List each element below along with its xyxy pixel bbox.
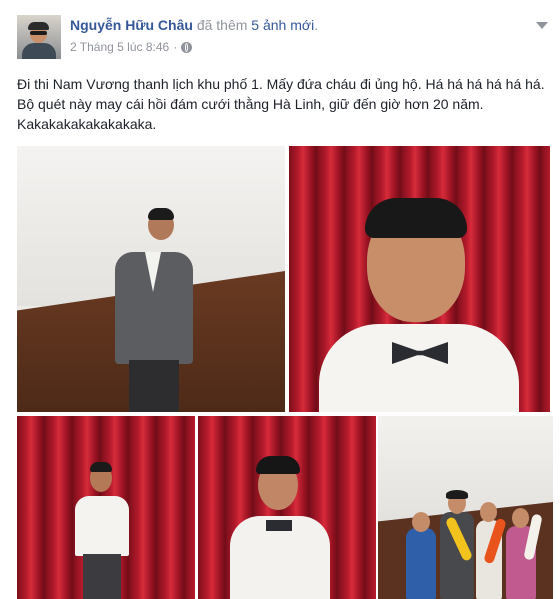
photo-5[interactable] <box>378 416 553 599</box>
photo-4[interactable] <box>198 416 376 599</box>
post-meta: 2 Tháng 5 lúc 8:46 · <box>70 40 193 54</box>
photo-5-hair <box>446 490 468 499</box>
avatar[interactable] <box>17 15 61 59</box>
post-header: Nguyễn Hữu Châu đã thêm 5 ảnh mới. <box>70 17 318 33</box>
photo-5-head-4 <box>512 508 529 528</box>
photo-3-pants <box>83 554 121 599</box>
avatar-cap <box>28 22 49 30</box>
action-text: đã thêm <box>196 17 248 33</box>
timestamp-link[interactable]: 2 Tháng 5 lúc 8:46 <box>70 40 169 54</box>
photo-5-head-1 <box>412 512 430 532</box>
avatar-body <box>22 43 56 59</box>
photo-5-head-3 <box>480 502 497 522</box>
chevron-down-icon[interactable] <box>536 22 548 29</box>
photo-2-hair <box>365 198 467 238</box>
added-photos-link[interactable]: 5 ảnh mới <box>251 17 314 33</box>
meta-separator: · <box>173 40 178 54</box>
photo-3-hair <box>90 462 112 472</box>
avatar-glasses <box>30 31 47 35</box>
period: . <box>314 17 319 33</box>
author-name[interactable]: Nguyễn Hữu Châu <box>70 17 193 33</box>
photo-2-shirt <box>319 324 519 412</box>
photo-1-hair <box>148 208 174 220</box>
photo-1[interactable] <box>17 146 285 412</box>
photo-4-hair <box>256 456 300 474</box>
post-text: Đi thi Nam Vương thanh lịch khu phố 1. M… <box>17 76 545 132</box>
photo-2[interactable] <box>289 146 550 412</box>
photo-5-child-1 <box>406 528 436 599</box>
globe-icon[interactable] <box>181 41 193 53</box>
photo-1-legs <box>129 360 179 412</box>
facebook-post: Nguyễn Hữu Châu đã thêm 5 ảnh mới. 2 Thá… <box>0 0 560 599</box>
photo-4-bow-tie <box>266 520 292 531</box>
photo-3-shirt <box>75 496 129 556</box>
photo-3[interactable] <box>17 416 195 599</box>
